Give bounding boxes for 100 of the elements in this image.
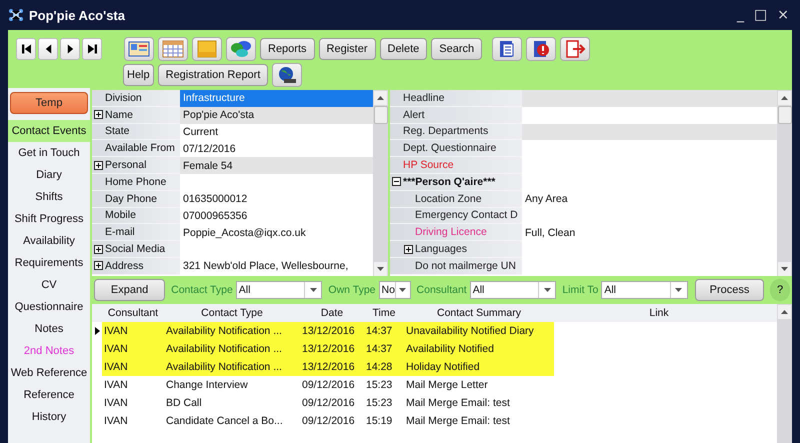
sidebar-tab[interactable]: Shifts xyxy=(8,186,90,208)
field-label: Emergency Contact D xyxy=(390,208,522,224)
expand-icon[interactable] xyxy=(94,244,103,254)
chat-button[interactable] xyxy=(226,36,256,60)
field-label: Reg. Departments xyxy=(390,124,522,140)
table-cell: Availability Notification ... xyxy=(164,322,300,340)
chat-bubbles-icon xyxy=(230,40,252,58)
toolbar-button[interactable]: Register xyxy=(318,38,376,60)
table-cell-text: BD Call xyxy=(165,396,203,411)
sidebar-tab[interactable]: Web Reference xyxy=(8,362,90,384)
table-cell: Availability Notification ... xyxy=(164,358,300,376)
contact-card-icon xyxy=(128,40,150,58)
filter-dropdown[interactable]: All xyxy=(236,281,322,299)
sidebar-tab[interactable]: History xyxy=(8,406,90,428)
sidebar-tab[interactable]: Requirements xyxy=(8,252,90,274)
last-record-button[interactable] xyxy=(82,38,102,60)
scroll-down-icon[interactable] xyxy=(781,267,788,271)
exit-door-icon xyxy=(564,40,586,58)
maximize-button[interactable]: □ xyxy=(751,7,770,23)
help-button[interactable]: ? xyxy=(770,279,790,301)
minimize-button[interactable]: _ xyxy=(734,7,748,23)
column-header[interactable]: Contact Summary xyxy=(404,307,554,319)
column-header[interactable]: Date xyxy=(300,307,364,319)
contacts-card-button[interactable] xyxy=(124,36,154,60)
column-header[interactable]: Time xyxy=(364,307,404,319)
field-label: Mobile xyxy=(92,208,180,224)
sidebar-tab[interactable]: Reference xyxy=(8,384,90,406)
status-button[interactable]: Temp xyxy=(10,92,88,114)
scrollbar[interactable] xyxy=(777,90,792,276)
sidebar-tab[interactable]: Questionnaire xyxy=(8,296,90,318)
expand-icon[interactable] xyxy=(392,177,401,186)
toolbar-button[interactable]: Reports xyxy=(260,38,315,60)
filter-label: Limit To xyxy=(562,284,598,296)
table-cell-text: IVAN xyxy=(103,378,129,393)
toolbar-button[interactable]: Delete xyxy=(380,38,428,60)
next-record-button[interactable] xyxy=(60,38,80,60)
scroll-up-icon[interactable] xyxy=(781,96,788,100)
filter-dropdown[interactable]: All xyxy=(470,281,556,299)
expand-icon[interactable] xyxy=(404,244,413,254)
sidebar-tab[interactable]: Availability xyxy=(8,230,90,252)
scrollbar[interactable] xyxy=(777,304,792,443)
scroll-up-icon[interactable] xyxy=(377,96,384,100)
table-cell: 14:37 xyxy=(364,322,404,340)
field-label: Alert xyxy=(390,106,522,124)
sidebar-tab[interactable]: Shift Progress xyxy=(8,208,90,230)
filter-label: Contact Type xyxy=(171,284,233,296)
toolbar-button[interactable]: Registration Report xyxy=(158,64,268,86)
document-button[interactable] xyxy=(492,36,522,60)
sidebar-tab[interactable]: Get in Touch xyxy=(8,142,90,164)
field-label: Do not mailmerge UN xyxy=(390,258,522,275)
scrollbar[interactable] xyxy=(373,90,388,276)
expand-icon[interactable] xyxy=(94,261,103,270)
column-header[interactable]: Link xyxy=(554,307,764,319)
caret-icon xyxy=(544,288,551,292)
table-cell-text: Change Interview xyxy=(165,378,249,393)
sidebar-tab[interactable]: Notes xyxy=(8,318,90,340)
table-cell: Availability Notified xyxy=(404,340,554,358)
filter-dropdown[interactable]: All xyxy=(601,281,688,299)
table-cell-text: 15:23 xyxy=(365,378,394,393)
field-value[interactable]: Infrastructure xyxy=(180,90,373,107)
table-cell-text: 09/12/2016 xyxy=(301,378,356,393)
web-button[interactable] xyxy=(272,63,302,87)
caret-icon xyxy=(675,288,682,292)
calendar-grid-icon xyxy=(162,40,184,58)
scroll-up-icon[interactable] xyxy=(781,310,788,314)
scroll-thumb[interactable] xyxy=(778,106,792,124)
sticky-note-icon xyxy=(196,40,218,58)
column-header[interactable]: Contact Type xyxy=(164,307,300,319)
table-cell-text: IVAN xyxy=(103,414,129,429)
field-label: State xyxy=(92,124,180,140)
sidebar-tab[interactable]: Diary xyxy=(8,164,90,186)
note-button[interactable] xyxy=(192,36,222,60)
toolbar-button[interactable]: Help xyxy=(123,64,154,86)
filter-label: Consultant xyxy=(416,284,467,296)
column-header[interactable]: Consultant xyxy=(102,307,164,319)
field-label: Social Media xyxy=(92,241,180,258)
table-cell-text: Mail Merge Email: test xyxy=(405,396,511,411)
field-label: Location Zone xyxy=(390,190,522,208)
next-icon xyxy=(66,42,74,54)
expand-button[interactable]: Expand xyxy=(94,279,166,301)
scroll-down-icon[interactable] xyxy=(377,267,384,271)
table-cell: 14:28 xyxy=(364,358,404,376)
table-cell: Holiday Notified xyxy=(404,358,554,376)
calendar-button[interactable] xyxy=(158,36,188,60)
process-button[interactable]: Process xyxy=(694,279,764,301)
filter-dropdown[interactable]: No xyxy=(378,281,411,299)
table-cell-text: Candidate Cancel a Bo... xyxy=(165,414,284,429)
toolbar-button[interactable]: Search xyxy=(431,38,482,60)
sidebar-tab[interactable]: Contact Events xyxy=(8,120,90,142)
previous-record-button[interactable] xyxy=(38,38,58,60)
first-record-button[interactable] xyxy=(16,38,36,60)
sidebar-tab[interactable]: CV xyxy=(8,274,90,296)
close-button[interactable]: × xyxy=(774,7,792,23)
document-alert-button[interactable] xyxy=(526,36,556,60)
scroll-thumb[interactable] xyxy=(374,106,388,124)
field-label: Headline xyxy=(390,90,522,107)
exit-button[interactable] xyxy=(560,36,590,60)
field-label: HP Source xyxy=(390,157,522,174)
table-cell: 13/12/2016 xyxy=(300,358,364,376)
field-label: Driving Licence xyxy=(390,224,522,242)
